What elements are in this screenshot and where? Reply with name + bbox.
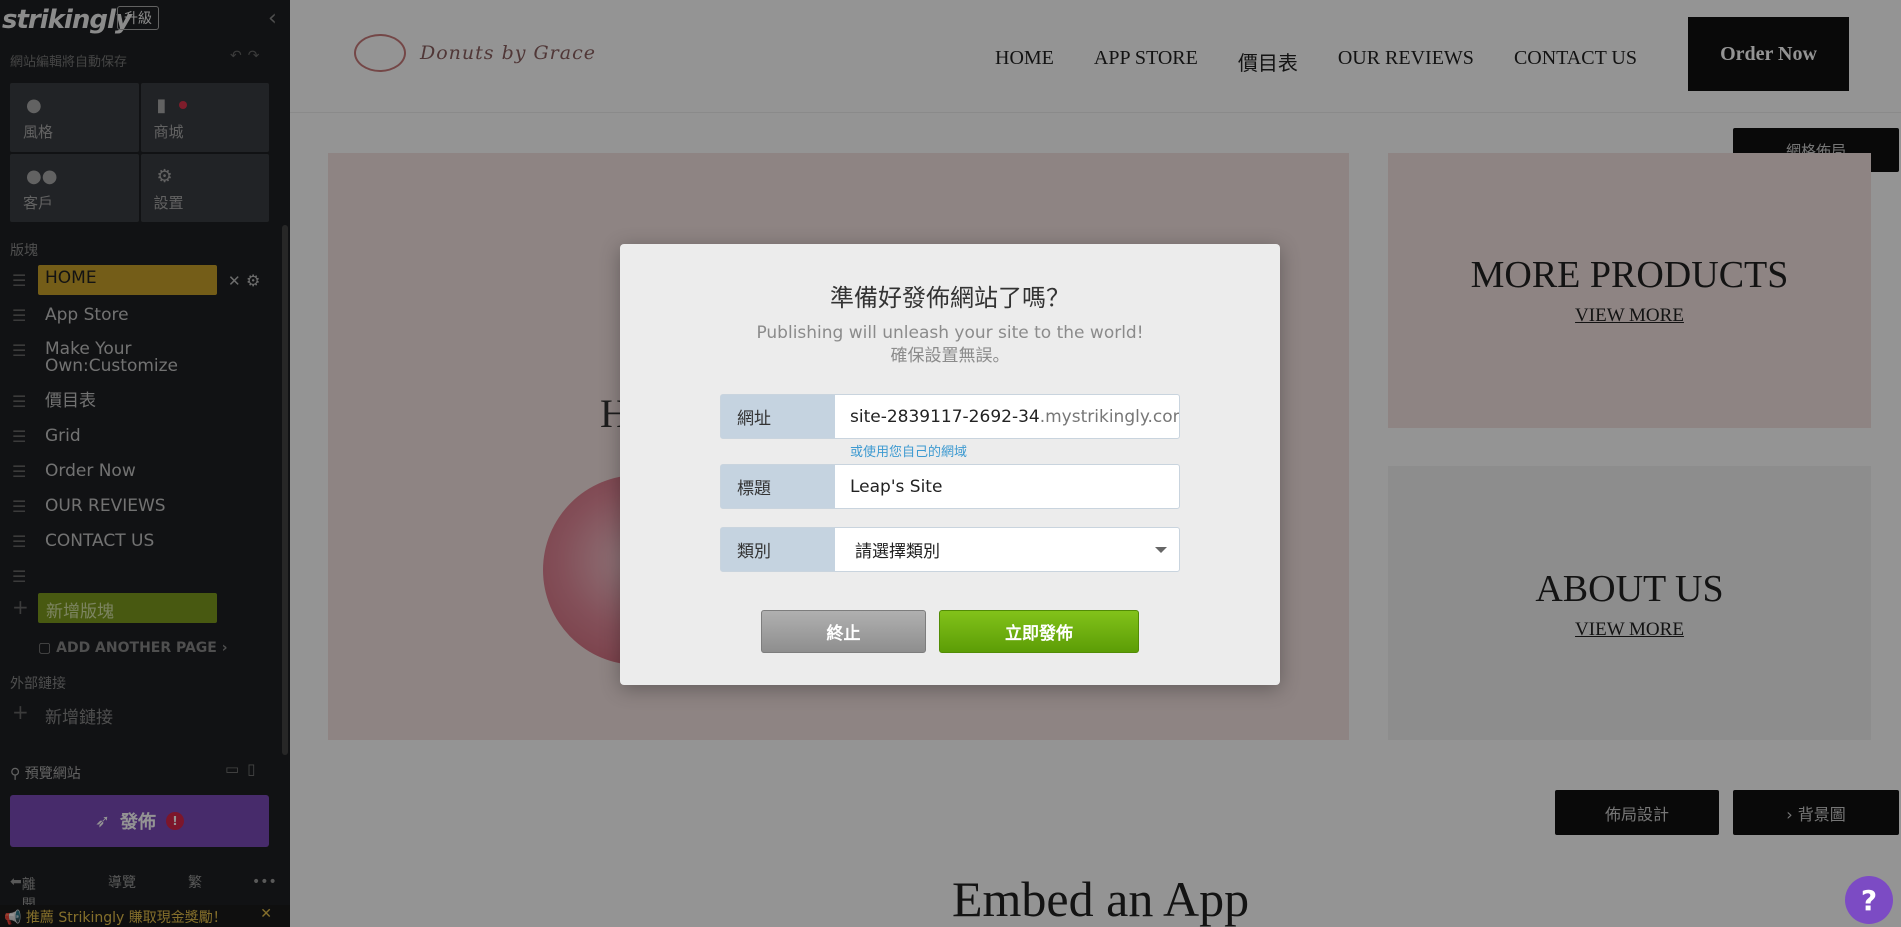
- publish-now-button[interactable]: 立即發佈: [939, 610, 1139, 653]
- category-select[interactable]: 請選擇類別: [835, 528, 1179, 571]
- publish-dialog: 準備好發佈網站了嗎？ Publishing will unleash your …: [620, 244, 1280, 685]
- dialog-subtitle: Publishing will unleash your site to the…: [620, 322, 1280, 368]
- url-field: 網址 site-2839117-2692-34 .mystrikingly.com: [720, 394, 1180, 439]
- dialog-subtitle-line1: Publishing will unleash your site to the…: [756, 323, 1144, 343]
- url-input[interactable]: site-2839117-2692-34 .mystrikingly.com: [835, 395, 1179, 438]
- dialog-subtitle-line2: 確保設置無誤。: [890, 346, 1010, 366]
- chevron-down-icon: [1155, 547, 1167, 553]
- url-suffix: .mystrikingly.com: [1039, 406, 1179, 427]
- url-label: 網址: [721, 395, 835, 438]
- category-label: 類別: [721, 528, 835, 571]
- help-button[interactable]: ?: [1845, 876, 1893, 924]
- use-own-domain-link[interactable]: 或使用您自己的網域: [850, 441, 967, 460]
- title-input[interactable]: Leap's Site: [835, 465, 1179, 508]
- category-field: 類別 請選擇類別: [720, 527, 1180, 572]
- category-select-value: 請選擇類別: [855, 542, 940, 562]
- title-field: 標題 Leap's Site: [720, 464, 1180, 509]
- dialog-title: 準備好發佈網站了嗎？: [830, 284, 1070, 312]
- cancel-button[interactable]: 終止: [761, 610, 926, 653]
- url-input-value: site-2839117-2692-34: [850, 406, 1040, 427]
- title-label: 標題: [721, 465, 835, 508]
